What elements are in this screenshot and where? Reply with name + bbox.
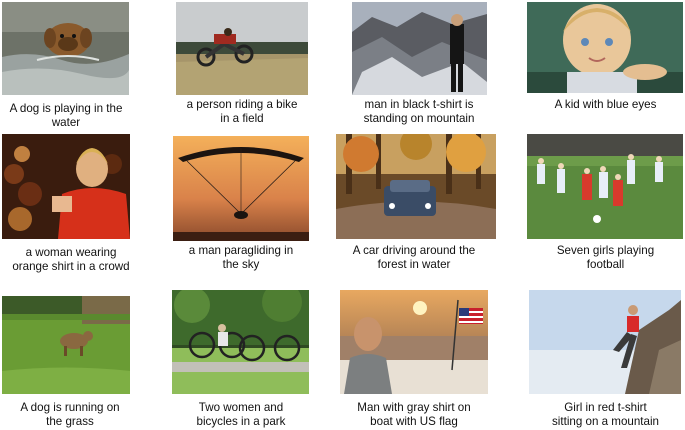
car-forest-photo xyxy=(336,134,496,239)
bicycles-park-photo xyxy=(172,290,309,394)
mountain-man-photo xyxy=(352,2,487,95)
paraglider-photo xyxy=(173,136,309,241)
caption-girl-mountain: Girl in red t-shirt sitting on a mountai… xyxy=(552,401,659,428)
caption-dog-swimming: A dog is playing in the water xyxy=(9,102,123,129)
caption-dog-grass: A dog is running on the grass xyxy=(20,401,120,428)
caption-bicycles-park: Two women and bicycles in a park xyxy=(196,401,286,428)
boat-flag-photo xyxy=(340,290,488,394)
caption-girls-football: Seven girls playing football xyxy=(556,244,655,271)
girl-mountain-photo xyxy=(529,290,681,394)
caption-boat-flag: Man with gray shirt on boat with US flag xyxy=(357,401,471,428)
caption-bike-field: a person riding a bike in a field xyxy=(186,98,298,125)
dog-grass-photo xyxy=(2,296,130,394)
girls-football-photo xyxy=(527,134,683,239)
woman-crowd-photo xyxy=(2,134,130,239)
kid-blue-eyes-photo xyxy=(527,2,683,93)
caption-paraglider: a man paragliding in the sky xyxy=(188,244,294,271)
bike-field-photo xyxy=(176,2,308,95)
caption-kid-blue-eyes: A kid with blue eyes xyxy=(554,98,657,111)
caption-mountain-man: man in black t-shirt is standing on moun… xyxy=(363,98,475,125)
caption-woman-crowd: a woman wearing orange shirt in a crowd xyxy=(12,246,130,273)
caption-car-forest: A car driving around the forest in water xyxy=(352,244,476,271)
dog-swimming-photo xyxy=(2,2,129,95)
